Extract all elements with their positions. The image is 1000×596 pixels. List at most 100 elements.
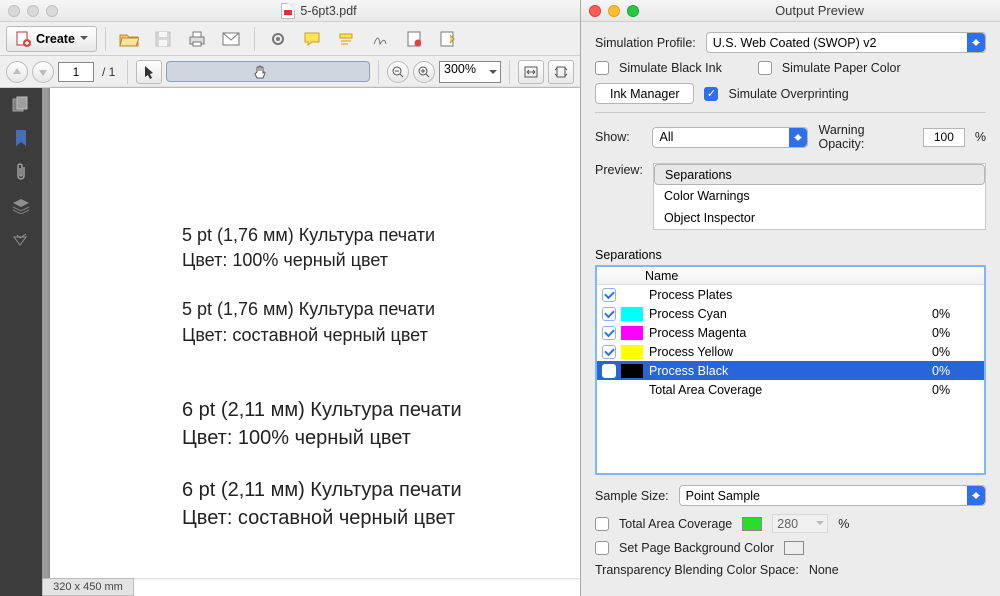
checkbox-icon[interactable] [602, 288, 616, 302]
sep-name: Process Black [649, 364, 932, 378]
total-area-coverage-checkbox[interactable] [595, 517, 609, 531]
warn-opacity-input[interactable] [923, 128, 965, 147]
sep-value: 0% [932, 364, 984, 378]
sim-overprint-checkbox[interactable]: ✓ [704, 87, 718, 101]
traffic-lights [8, 5, 58, 17]
sep-name: Total Area Coverage [649, 383, 932, 397]
mail-button[interactable] [216, 26, 246, 52]
page-content: 5 pt (1,76 мм) Культура печати Цвет: 100… [50, 88, 580, 578]
sep-value: 0% [932, 307, 984, 321]
fit-page-button[interactable] [548, 60, 574, 84]
zoom-value: 300% [444, 62, 476, 76]
comment-button[interactable] [297, 26, 327, 52]
preview-item-object-inspector[interactable]: Object Inspector [654, 207, 985, 229]
sign-button[interactable] [365, 26, 395, 52]
pdf-icon [281, 3, 295, 19]
toolbar-primary: Create [0, 22, 580, 56]
text-line: Цвет: 100% черный цвет [182, 424, 580, 452]
checkbox-icon[interactable] [602, 307, 616, 321]
sample-size-select[interactable]: Point Sample [679, 485, 986, 506]
preview-label: Preview: [595, 159, 643, 177]
sep-name: Process Plates [649, 288, 932, 302]
tac-color-swatch[interactable] [742, 517, 762, 531]
sep-row-plates[interactable]: Process Plates [597, 285, 984, 304]
open-button[interactable] [114, 26, 144, 52]
percent-label: % [838, 517, 849, 531]
ink-manager-button[interactable]: Ink Manager [595, 83, 694, 104]
set-bg-checkbox[interactable] [595, 541, 609, 555]
sim-black-ink-checkbox[interactable] [595, 61, 609, 75]
form-button[interactable] [399, 26, 429, 52]
toolbar-secondary: / 1 300% [0, 56, 580, 88]
preview-item-separations[interactable]: Separations [654, 164, 985, 185]
text-line: Цвет: составной черный цвет [182, 504, 580, 532]
fit-width-button[interactable] [518, 60, 544, 84]
print-button[interactable] [182, 26, 212, 52]
create-button[interactable]: Create [6, 26, 97, 52]
zoom-select[interactable]: 300% [439, 61, 501, 83]
pages-icon[interactable] [9, 94, 33, 114]
sep-row-black[interactable]: Process Black0% [597, 361, 984, 380]
main-window-titlebar: 5-6pt3.pdf [0, 0, 580, 22]
bg-color-swatch[interactable] [784, 541, 804, 555]
close-icon[interactable] [8, 5, 20, 17]
checkbox-icon[interactable] [602, 326, 616, 340]
show-select[interactable]: All [652, 127, 808, 148]
zoom-out-button[interactable] [387, 61, 409, 83]
page-up-button[interactable] [6, 61, 28, 83]
sep-row-total[interactable]: Total Area Coverage0% [597, 380, 984, 399]
tac-value-input: 280 [772, 514, 828, 533]
sep-name: Process Yellow [649, 345, 932, 359]
sep-row-magenta[interactable]: Process Magenta0% [597, 323, 984, 342]
page-input[interactable] [58, 62, 94, 82]
sim-profile-select[interactable]: U.S. Web Coated (SWOP) v2 [706, 32, 986, 53]
bookmark-icon[interactable] [9, 128, 33, 148]
create-label: Create [36, 32, 75, 46]
minimize-icon[interactable] [27, 5, 39, 17]
checkbox-icon[interactable] [602, 364, 616, 378]
zoom-in-button[interactable] [413, 61, 435, 83]
sample-size-value: Point Sample [686, 489, 760, 503]
set-bg-label: Set Page Background Color [619, 541, 774, 555]
sim-overprint-label: Simulate Overprinting [728, 87, 848, 101]
attachment-icon[interactable] [9, 162, 33, 182]
maximize-icon[interactable] [46, 5, 58, 17]
sep-row-cyan[interactable]: Process Cyan0% [597, 304, 984, 323]
select-tool[interactable] [136, 60, 162, 84]
text-line: Цвет: 100% черный цвет [182, 248, 580, 273]
save-button[interactable] [148, 26, 178, 52]
preflight-icon[interactable] [9, 230, 33, 250]
text-line: 6 pt (2,11 мм) Культура печати [182, 396, 580, 424]
checkbox-icon[interactable] [602, 345, 616, 359]
gear-button[interactable] [263, 26, 293, 52]
col-name: Name [641, 269, 924, 283]
text-line: 6 pt (2,11 мм) Культура печати [182, 476, 580, 504]
text-line: 5 pt (1,76 мм) Культура печати [182, 223, 580, 248]
show-label: Show: [595, 130, 642, 144]
tbcs-value: None [809, 563, 839, 577]
sep-name: Process Cyan [649, 307, 932, 321]
filename-label: 5-6pt3.pdf [300, 4, 356, 18]
layers-icon[interactable] [9, 196, 33, 216]
ink-manager-label: Ink Manager [610, 87, 679, 101]
sep-name: Process Magenta [649, 326, 932, 340]
preview-item-color-warnings[interactable]: Color Warnings [654, 185, 985, 207]
document-area[interactable]: 5 pt (1,76 мм) Культура печати Цвет: 100… [42, 88, 580, 578]
percent-label: % [975, 130, 986, 144]
warn-opacity-label: Warning Opacity: [818, 123, 912, 151]
replace-button[interactable] [433, 26, 463, 52]
show-value: All [659, 130, 673, 144]
highlight-button[interactable] [331, 26, 361, 52]
sep-row-yellow[interactable]: Process Yellow0% [597, 342, 984, 361]
page-down-button[interactable] [32, 61, 54, 83]
document-title: 5-6pt3.pdf [58, 3, 580, 19]
hand-tool[interactable] [166, 61, 370, 82]
minimize-icon[interactable] [608, 5, 620, 17]
maximize-icon[interactable] [627, 5, 639, 17]
text-line: 5 pt (1,76 мм) Культура печати [182, 297, 580, 322]
panel-titlebar: Output Preview [581, 0, 1000, 22]
close-icon[interactable] [589, 5, 601, 17]
sim-paper-color-checkbox[interactable] [758, 61, 772, 75]
tac-value: 280 [777, 517, 798, 531]
tbcs-label: Transparency Blending Color Space: [595, 563, 799, 577]
